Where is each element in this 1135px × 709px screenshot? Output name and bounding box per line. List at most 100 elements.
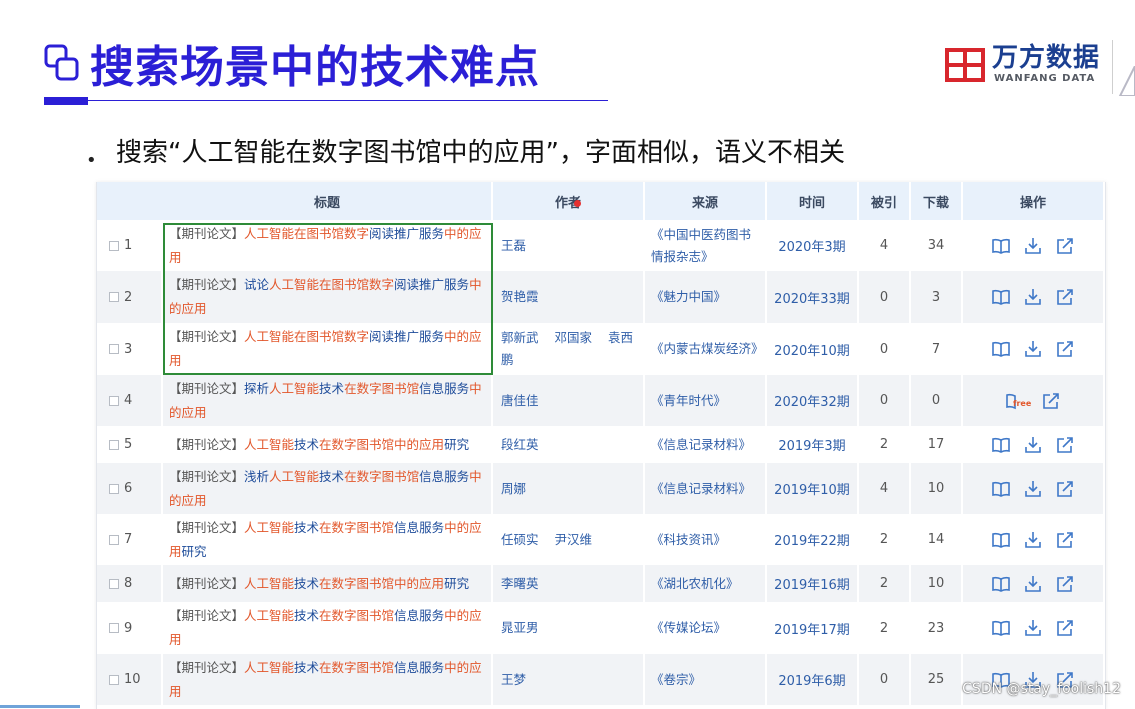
result-title-link[interactable]: 【期刊论文】人工智能技术在数字图书馆信息服务中的应用 bbox=[169, 604, 485, 652]
header-author: 作者 bbox=[493, 182, 645, 220]
row-checkbox[interactable] bbox=[109, 483, 119, 494]
title-segment: 在数字图书馆 bbox=[319, 608, 395, 623]
title-segment: 【期刊论文】 bbox=[169, 225, 245, 241]
read-icon[interactable] bbox=[991, 480, 1011, 498]
external-link-icon[interactable] bbox=[1055, 340, 1075, 358]
row-checkbox[interactable] bbox=[109, 534, 119, 545]
result-title-cell: 【期刊论文】人工智能技术在数字图书馆信息服务中的应用研究 bbox=[163, 514, 493, 565]
row-checkbox[interactable] bbox=[109, 623, 119, 633]
result-title-link[interactable]: 【期刊论文】人工智能在图书馆数字阅读推广服务中的应用 bbox=[169, 325, 485, 373]
row-checkbox[interactable] bbox=[109, 240, 119, 251]
result-title-link[interactable]: 【期刊论文】人工智能在图书馆数字阅读推广服务中的应用 bbox=[169, 222, 485, 270]
bullet-dot: • bbox=[86, 150, 97, 171]
external-link-icon[interactable] bbox=[1055, 619, 1075, 637]
external-link-icon[interactable] bbox=[1055, 237, 1075, 255]
author-link[interactable]: 李曙英 bbox=[501, 576, 539, 591]
result-title-link[interactable]: 【期刊论文】探析人工智能技术在数字图书馆信息服务中的应用 bbox=[169, 377, 485, 425]
result-title-link[interactable]: 【期刊论文】人工智能技术在数字图书馆信息服务中的应用研究 bbox=[169, 516, 485, 564]
external-link-icon[interactable] bbox=[1055, 480, 1075, 498]
author-link[interactable]: 王梦 bbox=[501, 672, 526, 687]
source-link[interactable]: 《信息记录材料》 bbox=[651, 478, 751, 500]
title-segment: 人工智能 bbox=[244, 436, 295, 452]
read-icon[interactable] bbox=[991, 436, 1011, 454]
download-count: 25 bbox=[911, 654, 963, 705]
result-title-link[interactable]: 【期刊论文】试论人工智能在图书馆数字阅读推广服务中的应用 bbox=[169, 273, 485, 321]
source-link[interactable]: 《内蒙古煤炭经济》 bbox=[651, 338, 764, 360]
read-icon[interactable] bbox=[991, 288, 1011, 306]
author-cell: 唐佳佳 bbox=[493, 375, 645, 426]
free-badge: free bbox=[1013, 398, 1032, 408]
author-link[interactable]: 唐佳佳 bbox=[501, 393, 539, 408]
download-icon[interactable] bbox=[1023, 480, 1043, 498]
row-checkbox[interactable] bbox=[109, 674, 119, 685]
download-icon[interactable] bbox=[1023, 288, 1043, 306]
source-link[interactable]: 《传媒论坛》 bbox=[651, 617, 726, 639]
row-checkbox[interactable] bbox=[109, 344, 119, 354]
header-title: 标题 bbox=[163, 182, 493, 220]
row-number: 10 bbox=[124, 672, 141, 687]
author-link[interactable]: 贺艳霞 bbox=[501, 289, 539, 304]
author-cell: 段红英 bbox=[493, 426, 645, 463]
download-icon[interactable] bbox=[1023, 531, 1043, 549]
read-icon[interactable] bbox=[991, 619, 1011, 637]
author-link[interactable]: 周娜 bbox=[501, 481, 526, 496]
author-link[interactable]: 邓国家 bbox=[555, 330, 593, 345]
read-icon[interactable] bbox=[991, 575, 1011, 593]
external-link-icon[interactable] bbox=[1055, 288, 1075, 306]
download-count: 10 bbox=[911, 565, 963, 602]
result-title-link[interactable]: 【期刊论文】人工智能技术在数字图书馆中的应用研究 bbox=[169, 572, 469, 596]
external-link-icon[interactable] bbox=[1055, 436, 1075, 454]
author-link[interactable]: 尹汉维 bbox=[555, 532, 593, 547]
author-cell: 晁亚男 bbox=[493, 602, 645, 654]
external-link-icon[interactable] bbox=[1055, 531, 1075, 549]
source-link[interactable]: 《科技资讯》 bbox=[651, 529, 726, 551]
author-link[interactable]: 段红英 bbox=[501, 437, 539, 452]
download-icon[interactable] bbox=[1023, 575, 1043, 593]
author-list: 唐佳佳 bbox=[501, 390, 555, 412]
download-icon[interactable] bbox=[1023, 237, 1043, 255]
read-icon[interactable] bbox=[991, 531, 1011, 549]
row-select: 8 bbox=[97, 565, 163, 602]
result-title-link[interactable]: 【期刊论文】人工智能技术在数字图书馆信息服务中的应用 bbox=[169, 656, 485, 704]
read-icon[interactable] bbox=[991, 237, 1011, 255]
wanfang-logo-icon bbox=[945, 48, 985, 82]
author-link[interactable]: 郭新武 bbox=[501, 330, 539, 345]
row-actions bbox=[963, 463, 1105, 514]
title-segment: 在数字图书馆中的应用 bbox=[319, 436, 445, 452]
download-icon[interactable] bbox=[1023, 436, 1043, 454]
download-icon[interactable] bbox=[1023, 340, 1043, 358]
free-read-button[interactable]: free bbox=[1005, 392, 1032, 410]
result-title-cell: 【期刊论文】人工智能技术在数字图书馆信息服务中的应用 bbox=[163, 654, 493, 705]
source-link[interactable]: 《卷宗》 bbox=[651, 669, 701, 691]
source-link[interactable]: 《魅力中国》 bbox=[651, 286, 726, 308]
row-checkbox[interactable] bbox=[109, 292, 119, 302]
source-link[interactable]: 《中国中医药图书情报杂志》 bbox=[651, 224, 759, 268]
author-link[interactable]: 任硕实 bbox=[501, 532, 539, 547]
source-link[interactable]: 《湖北农机化》 bbox=[651, 573, 739, 595]
external-link-icon[interactable] bbox=[1055, 575, 1075, 593]
title-segment: 人工智能 bbox=[244, 519, 295, 535]
header-ops: 操作 bbox=[963, 182, 1105, 220]
result-title-link[interactable]: 【期刊论文】浅析人工智能技术在数字图书馆信息服务中的应用 bbox=[169, 465, 485, 513]
source-link[interactable]: 《信息记录材料》 bbox=[651, 434, 751, 456]
source-link[interactable]: 《青年时代》 bbox=[651, 390, 726, 412]
title-segment: 人工智能在图书馆数字 bbox=[269, 277, 395, 292]
row-checkbox[interactable] bbox=[109, 439, 119, 450]
external-link-icon[interactable] bbox=[1041, 392, 1061, 410]
title-segment: 技术 bbox=[294, 436, 320, 452]
read-icon[interactable] bbox=[991, 340, 1011, 358]
row-number: 5 bbox=[124, 437, 133, 452]
source-cell: 《魅力中国》 bbox=[645, 271, 767, 323]
table-row: 5 【期刊论文】人工智能技术在数字图书馆中的应用研究 段红英 《信息记录材料》 2019… bbox=[97, 426, 1105, 463]
row-actions bbox=[963, 426, 1105, 463]
author-link[interactable]: 晁亚男 bbox=[501, 620, 539, 635]
cited-count: 0 bbox=[859, 375, 911, 426]
row-select: 4 bbox=[97, 375, 163, 426]
corner-decoration bbox=[1118, 66, 1135, 96]
result-title-link[interactable]: 【期刊论文】人工智能技术在数字图书馆中的应用研究 bbox=[169, 433, 469, 457]
author-link[interactable]: 王磊 bbox=[501, 238, 526, 253]
row-checkbox[interactable] bbox=[109, 395, 119, 406]
cited-count: 2 bbox=[859, 514, 911, 565]
download-icon[interactable] bbox=[1023, 619, 1043, 637]
row-checkbox[interactable] bbox=[109, 578, 119, 589]
